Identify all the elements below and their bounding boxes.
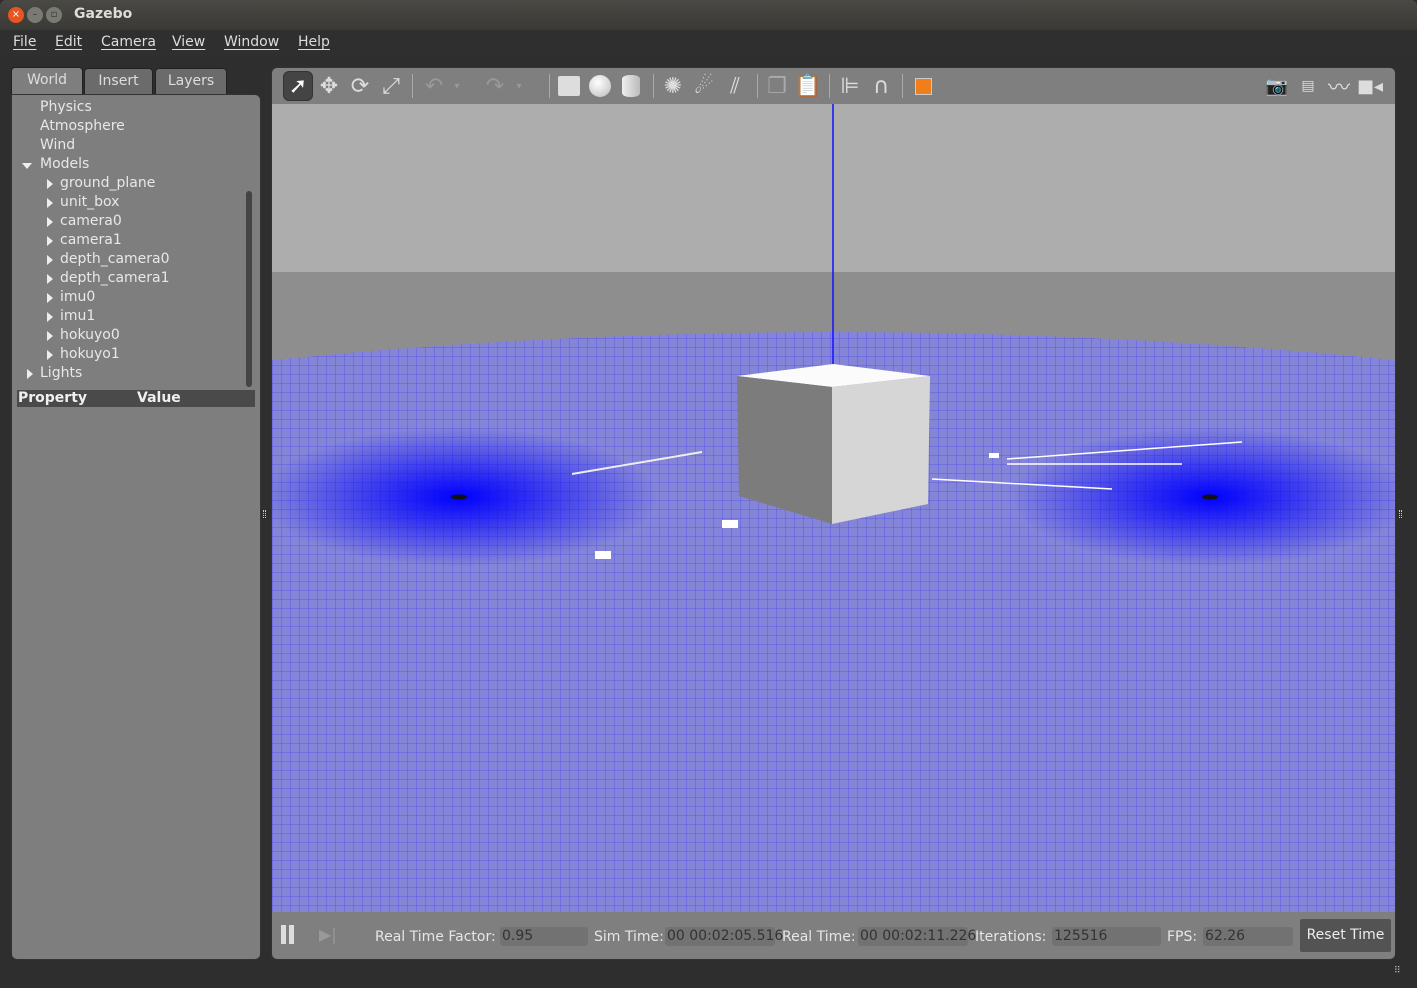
unit-box-right xyxy=(832,376,930,524)
toolbar: ➚ ✥ ⟳ ⤢ ↶ ▾ ↷ ▾ ✺ ☄ ⫽ ❐ 📋 ⊫ ∩ 📷 ▤ 〰 ■◂ xyxy=(272,68,1395,104)
tree-item-model[interactable]: hokuyo0 xyxy=(60,327,120,343)
screenshot-icon[interactable]: 📷 xyxy=(1262,71,1292,101)
tree-item-model[interactable]: camera1 xyxy=(60,232,122,248)
property-column-header[interactable]: Property xyxy=(18,390,87,406)
tree-item-model[interactable]: imu1 xyxy=(60,308,95,324)
expand-arrow-icon[interactable] xyxy=(47,350,53,360)
menu-help[interactable]: Help xyxy=(298,34,330,50)
status-bar: ▶| Real Time Factor: 0.95 Sim Time: 00 0… xyxy=(272,912,1395,959)
close-icon[interactable]: × xyxy=(8,7,24,23)
expand-arrow-icon[interactable] xyxy=(47,198,53,208)
tree-item-model[interactable]: camera0 xyxy=(60,213,122,229)
hokuyo0-model xyxy=(451,494,467,500)
expand-arrow-icon[interactable] xyxy=(47,217,53,227)
camera0-model xyxy=(595,551,611,559)
tree-item-atmosphere[interactable]: Atmosphere xyxy=(40,118,125,134)
redo-dropdown-icon[interactable]: ▾ xyxy=(512,71,526,101)
sphere-icon[interactable] xyxy=(585,71,615,101)
undo-dropdown-icon[interactable]: ▾ xyxy=(450,71,464,101)
value-column-header[interactable]: Value xyxy=(137,390,181,406)
menu-edit[interactable]: Edit xyxy=(55,34,82,50)
directional-light-icon[interactable]: ⫽ xyxy=(720,71,750,101)
fps-value: 62.26 xyxy=(1203,927,1293,946)
left-panel: World Insert Layers Physics Atmosphere W… xyxy=(11,67,261,960)
tree-item-model[interactable]: hokuyo1 xyxy=(60,346,120,362)
tree-item-wind[interactable]: Wind xyxy=(40,137,75,153)
record-video-icon[interactable]: ■◂ xyxy=(1355,71,1385,101)
snap-magnet-icon[interactable]: ∩ xyxy=(866,71,896,101)
select-arrow-icon[interactable]: ➚ xyxy=(283,71,313,101)
spot-light-icon[interactable]: ☄ xyxy=(689,71,719,101)
tree-item-models[interactable]: Models xyxy=(40,156,89,172)
translate-icon[interactable]: ✥ xyxy=(314,71,344,101)
rtf-label: Real Time Factor: xyxy=(375,929,496,945)
tab-insert[interactable]: Insert xyxy=(84,68,153,94)
property-header: Property Value xyxy=(17,390,255,407)
reset-time-button[interactable]: Reset Time xyxy=(1300,919,1391,952)
step-icon[interactable]: ▶| xyxy=(319,925,337,944)
expand-arrow-icon[interactable] xyxy=(47,274,53,284)
tree-item-model[interactable]: depth_camera1 xyxy=(60,270,170,286)
iterations-value: 125516 xyxy=(1052,927,1161,946)
align-icon[interactable]: ⊫ xyxy=(835,71,865,101)
view-angle-icon[interactable] xyxy=(908,71,938,101)
tree-item-model[interactable]: depth_camera0 xyxy=(60,251,170,267)
pause-icon-bar xyxy=(289,925,294,944)
collapse-arrow-icon[interactable] xyxy=(27,369,33,379)
resize-grip-icon[interactable]: ⠿ xyxy=(1394,966,1401,976)
tree-item-model[interactable]: ground_plane xyxy=(60,175,155,191)
undo-icon[interactable]: ↶ xyxy=(419,71,449,101)
tab-layers[interactable]: Layers xyxy=(155,68,227,94)
expand-arrow-icon[interactable] xyxy=(47,331,53,341)
splitter-handle[interactable] xyxy=(263,510,266,518)
rotate-icon[interactable]: ⟳ xyxy=(345,71,375,101)
real-time-value: 00 00:02:11.226 xyxy=(858,927,977,946)
expand-arrow-icon[interactable] xyxy=(47,312,53,322)
tree-item-lights[interactable]: Lights xyxy=(40,365,82,381)
fps-label: FPS: xyxy=(1167,929,1198,945)
render-frame: ➚ ✥ ⟳ ⤢ ↶ ▾ ↷ ▾ ✺ ☄ ⫽ ❐ 📋 ⊫ ∩ 📷 ▤ 〰 ■◂ ▶… xyxy=(271,67,1396,960)
maximize-icon[interactable]: ▫ xyxy=(46,7,62,23)
tab-world[interactable]: World xyxy=(11,67,83,95)
tree-item-model[interactable]: unit_box xyxy=(60,194,119,210)
plot-icon[interactable]: 〰 xyxy=(1324,71,1354,101)
splitter-handle-right[interactable] xyxy=(1399,510,1402,518)
camera1-model xyxy=(722,520,738,528)
real-time-label: Real Time: xyxy=(782,929,856,945)
menu-bar: File Edit Camera View Window Help xyxy=(0,30,1417,58)
expand-arrow-icon[interactable] xyxy=(47,293,53,303)
tree-item-physics[interactable]: Physics xyxy=(40,99,92,115)
menu-view[interactable]: View xyxy=(172,34,205,50)
expand-arrow-icon[interactable] xyxy=(22,163,32,169)
menu-camera[interactable]: Camera xyxy=(101,34,156,50)
expand-arrow-icon[interactable] xyxy=(47,179,53,189)
window-title: Gazebo xyxy=(74,6,133,22)
iterations-label: Iterations: xyxy=(975,929,1047,945)
world-tree-panel: Physics Atmosphere Wind Models ground_pl… xyxy=(11,94,261,960)
tree-scrollbar[interactable] xyxy=(246,191,252,387)
scale-icon[interactable]: ⤢ xyxy=(376,71,406,101)
title-bar: × – ▫ Gazebo xyxy=(0,0,1417,30)
scene-render[interactable] xyxy=(272,104,1395,912)
imu-model xyxy=(989,453,999,458)
menu-window[interactable]: Window xyxy=(224,34,279,50)
expand-arrow-icon[interactable] xyxy=(47,255,53,265)
3d-viewport[interactable] xyxy=(272,104,1395,912)
cylinder-icon[interactable] xyxy=(616,71,646,101)
menu-file[interactable]: File xyxy=(13,34,36,50)
sim-time-value: 00 00:02:05.516 xyxy=(665,927,784,946)
expand-arrow-icon[interactable] xyxy=(47,236,53,246)
pause-icon[interactable] xyxy=(281,925,286,944)
log-icon[interactable]: ▤ xyxy=(1293,71,1323,101)
box-icon[interactable] xyxy=(554,71,584,101)
minimize-icon[interactable]: – xyxy=(27,7,43,23)
rtf-value: 0.95 xyxy=(500,927,588,946)
copy-icon[interactable]: ❐ xyxy=(762,71,792,101)
tree-item-model[interactable]: imu0 xyxy=(60,289,95,305)
paste-icon[interactable]: 📋 xyxy=(793,71,823,101)
hokuyo1-model xyxy=(1202,494,1218,500)
sim-time-label: Sim Time: xyxy=(594,929,664,945)
redo-icon[interactable]: ↷ xyxy=(480,71,510,101)
point-light-icon[interactable]: ✺ xyxy=(658,71,688,101)
